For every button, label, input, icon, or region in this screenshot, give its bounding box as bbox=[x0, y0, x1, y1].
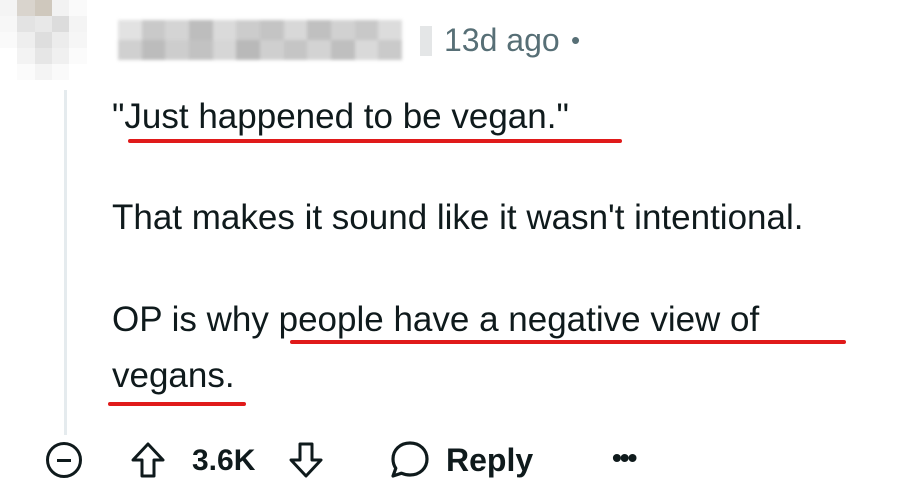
more-options-icon[interactable]: ••• bbox=[612, 444, 637, 472]
red-underline-annotation bbox=[290, 340, 846, 344]
comment-paragraph-3: OP is why people have a negative view of bbox=[112, 300, 760, 339]
reply-button[interactable]: Reply bbox=[388, 438, 533, 482]
comment-paragraph-2: That makes it sound like it wasn't inten… bbox=[112, 198, 804, 237]
downvote-icon[interactable] bbox=[286, 440, 326, 480]
speech-bubble-icon bbox=[391, 441, 429, 478]
thread-line[interactable] bbox=[64, 90, 67, 435]
avatar[interactable] bbox=[0, 0, 104, 80]
comment-action-bar: 3.6K Reply ••• bbox=[0, 436, 919, 486]
timestamp[interactable]: 13d ago bbox=[444, 20, 560, 60]
red-underline-annotation bbox=[108, 402, 246, 406]
comment-paragraph-3-continued: vegans. bbox=[112, 356, 235, 395]
comment-paragraph-1: "Just happened to be vegan." bbox=[112, 97, 569, 136]
vote-score: 3.6K bbox=[192, 444, 256, 477]
upvote-icon[interactable] bbox=[128, 440, 168, 480]
red-underline-annotation bbox=[128, 139, 622, 143]
meta-divider bbox=[420, 26, 432, 56]
meta-separator: • bbox=[571, 25, 581, 55]
reply-label: Reply bbox=[446, 442, 534, 478]
collapse-icon[interactable] bbox=[46, 442, 82, 478]
comment: 13d ago • "Just happened to be vegan." T… bbox=[0, 0, 919, 490]
username-redacted[interactable] bbox=[118, 20, 402, 60]
